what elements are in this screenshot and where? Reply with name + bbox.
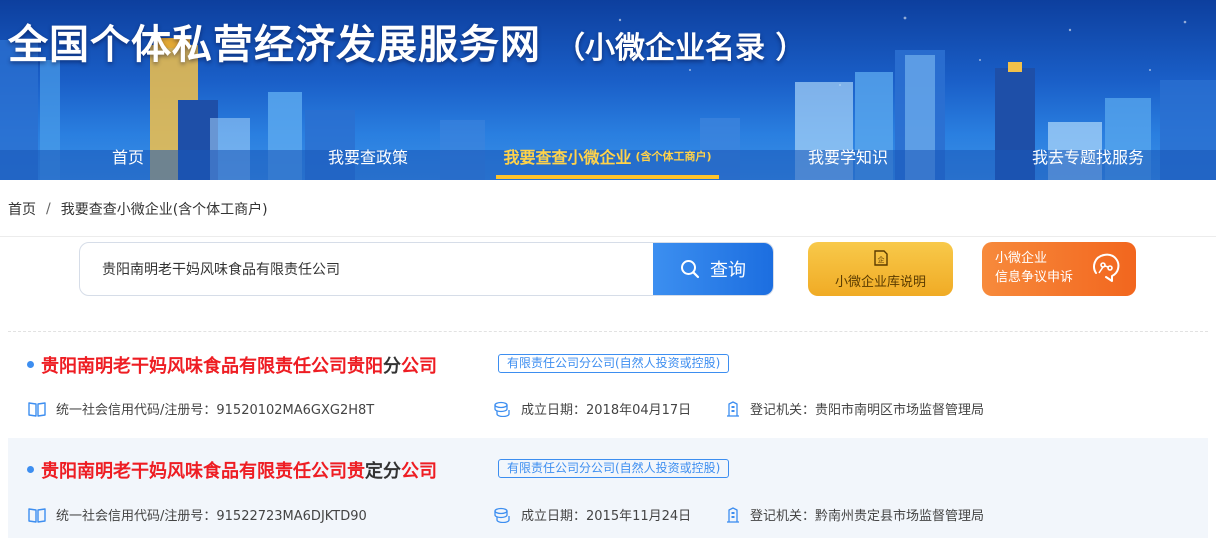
nav-item-label: 首页 — [111, 148, 144, 167]
site-title-main: 全国个体私营经济发展服务网 — [8, 22, 541, 68]
search-button[interactable]: 查询 — [653, 243, 773, 295]
bullet-dot — [27, 466, 34, 473]
company-name-plain: 分 — [383, 356, 401, 377]
site-title-sub: （小微企业名录 ） — [555, 31, 806, 66]
coins-icon — [494, 507, 510, 523]
book-icon — [28, 507, 46, 523]
registration-authority: 登记机关：贵阳市南明区市场监督管理局 — [726, 399, 984, 418]
company-name-highlight: 贵阳南明老干妈风味食品有限责任公司贵阳 — [41, 356, 383, 377]
building-icon — [727, 400, 739, 417]
nav-item-enterprise[interactable]: 我要查查小微企业 (含个体工商户) — [496, 132, 719, 180]
search-input[interactable] — [80, 243, 653, 295]
company-name-highlight: 贵阳南明老干妈风味食品有限责任公司贵 — [41, 461, 365, 482]
established-date-text: 成立日期：2018年04月17日 — [521, 403, 692, 418]
registration-authority-text: 登记机关：贵阳市南明区市场监督管理局 — [750, 403, 985, 418]
established-date: 成立日期：2015年11月24日 — [493, 505, 691, 524]
company-name[interactable]: 贵阳南明老干妈风味食品有限责任公司贵定分公司 — [41, 457, 437, 483]
enterprise-doc-icon: 企 — [873, 249, 888, 266]
svg-text:企: 企 — [877, 255, 884, 264]
breadcrumb-separator: / — [46, 201, 51, 217]
established-date-text: 成立日期：2015年11月24日 — [521, 509, 692, 524]
result-item: 贵阳南明老干妈风味食品有限责任公司贵定分公司 有限责任公司分公司(自然人投资或控… — [8, 438, 1208, 538]
company-name-highlight-end: 公司 — [401, 461, 437, 482]
book-icon — [28, 401, 46, 417]
nav-item-note: (含个体工商户) — [635, 150, 712, 163]
bullet-dot — [27, 361, 34, 368]
company-name[interactable]: 贵阳南明老干妈风味食品有限责任公司贵阳分公司 — [41, 352, 437, 378]
registration-authority: 登记机关：黔南州贵定县市场监督管理局 — [726, 505, 984, 524]
coins-icon — [494, 401, 510, 417]
nav-item-label: 我要学知识 — [807, 148, 888, 167]
registration-authority-text: 登记机关：黔南州贵定县市场监督管理局 — [750, 509, 985, 524]
established-date: 成立日期：2018年04月17日 — [493, 399, 691, 418]
enterprise-guide-label: 小微企业库说明 — [834, 274, 926, 290]
nav-item-knowledge[interactable]: 我要学知识 — [788, 132, 908, 180]
credit-code-text: 统一社会信用代码/注册号：91522723MA6DJKTD90 — [56, 509, 367, 524]
company-name-plain: 定分 — [365, 461, 401, 482]
building-icon — [727, 506, 739, 523]
credit-code-text: 统一社会信用代码/注册号：91520102MA6GXG2H8T — [56, 403, 375, 418]
breadcrumb: 首页 / 我要查查小微企业(含个体工商户) — [8, 198, 268, 220]
section-divider — [8, 331, 1208, 332]
credit-code: 统一社会信用代码/注册号：91520102MA6GXG2H8T — [28, 399, 374, 418]
divider — [0, 236, 1216, 237]
nav-active-indicator — [496, 175, 719, 179]
company-type-tag: 有限责任公司分公司(自然人投资或控股) — [498, 459, 730, 478]
search-box: 查询 — [79, 242, 774, 296]
enterprise-guide-button[interactable]: 企 小微企业库说明 — [808, 242, 953, 296]
nav-item-home[interactable]: 首页 — [88, 132, 168, 180]
search-icon — [681, 260, 700, 279]
nav-item-policy[interactable]: 我要查政策 — [318, 132, 418, 180]
credit-code: 统一社会信用代码/注册号：91522723MA6DJKTD90 — [28, 505, 367, 524]
main-nav: 首页 我要查政策 我要查查小微企业 (含个体工商户) 我要学知识 我去专题找服务 — [0, 132, 1216, 180]
nav-item-label: 我要查查小微企业 — [503, 148, 632, 167]
breadcrumb-home[interactable]: 首页 — [8, 199, 36, 219]
company-name-highlight-end: 公司 — [401, 356, 437, 377]
nav-item-label: 我要查政策 — [327, 148, 408, 167]
site-title: 全国个体私营经济发展服务网 （小微企业名录 ） — [8, 12, 805, 68]
info-appeal-button[interactable]: 小微企业 信息争议申诉 — [982, 242, 1136, 296]
search-button-label: 查询 — [710, 260, 746, 281]
nav-item-label: 我去专题找服务 — [1031, 148, 1144, 167]
nav-item-services[interactable]: 我去专题找服务 — [1020, 132, 1156, 180]
appeal-icon — [1093, 253, 1120, 282]
breadcrumb-current: 我要查查小微企业(含个体工商户) — [60, 202, 268, 218]
company-type-tag: 有限责任公司分公司(自然人投资或控股) — [498, 354, 730, 373]
result-item: 贵阳南明老干妈风味食品有限责任公司贵阳分公司 有限责任公司分公司(自然人投资或控… — [8, 338, 1208, 438]
